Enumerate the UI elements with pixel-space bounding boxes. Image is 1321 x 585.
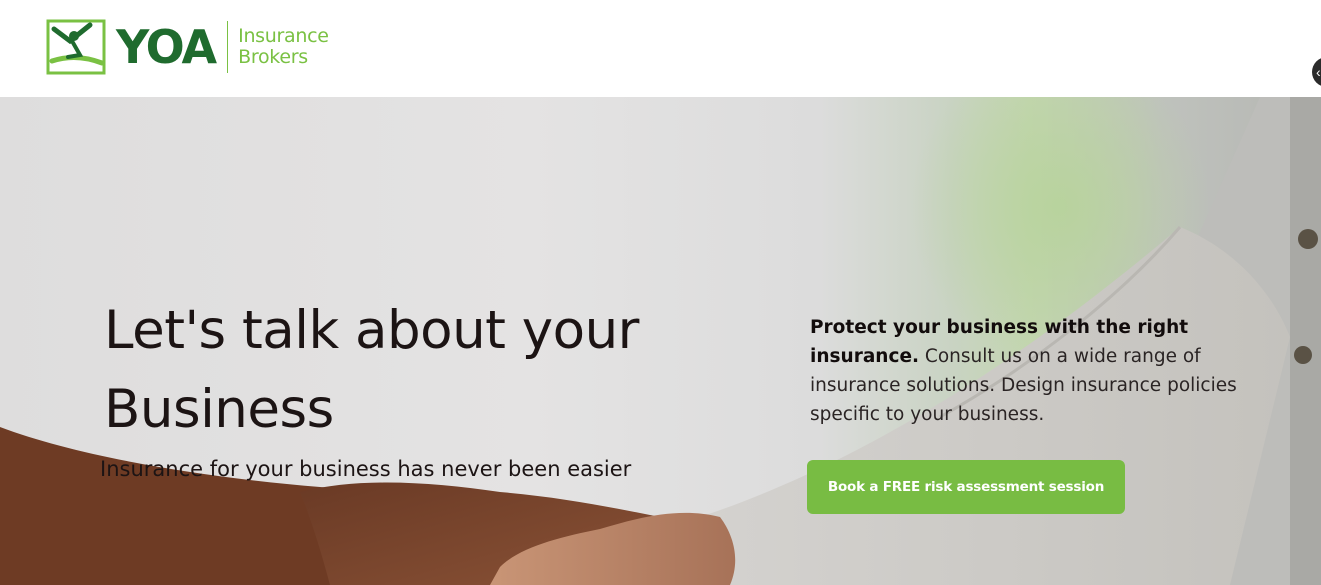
- logo-divider: [227, 21, 229, 73]
- yoa-figure-icon: [46, 17, 106, 77]
- yoa-logo[interactable]: YOA Insurance Brokers: [46, 17, 329, 77]
- hero-subheadline: Insurance for your business has never be…: [100, 457, 632, 481]
- site-header: YOA Insurance Brokers: [0, 0, 1321, 97]
- logo-brand: YOA: [116, 20, 217, 74]
- logo-tagline-line2: Brokers: [238, 46, 308, 68]
- logo-tagline: Insurance Brokers: [238, 26, 329, 68]
- hero-headline-line1: Let's talk about your: [104, 300, 639, 361]
- hero-section: Let's talk about your Business Insurance…: [0, 97, 1321, 585]
- book-risk-assessment-button[interactable]: Book a FREE risk assessment session: [807, 460, 1125, 514]
- hero-intro: Protect your business with the right ins…: [810, 313, 1240, 429]
- hero-headline: Let's talk about your Business: [104, 291, 744, 449]
- hero-headline-line2: Business: [104, 379, 334, 440]
- logo-tagline-line1: Insurance: [238, 25, 329, 47]
